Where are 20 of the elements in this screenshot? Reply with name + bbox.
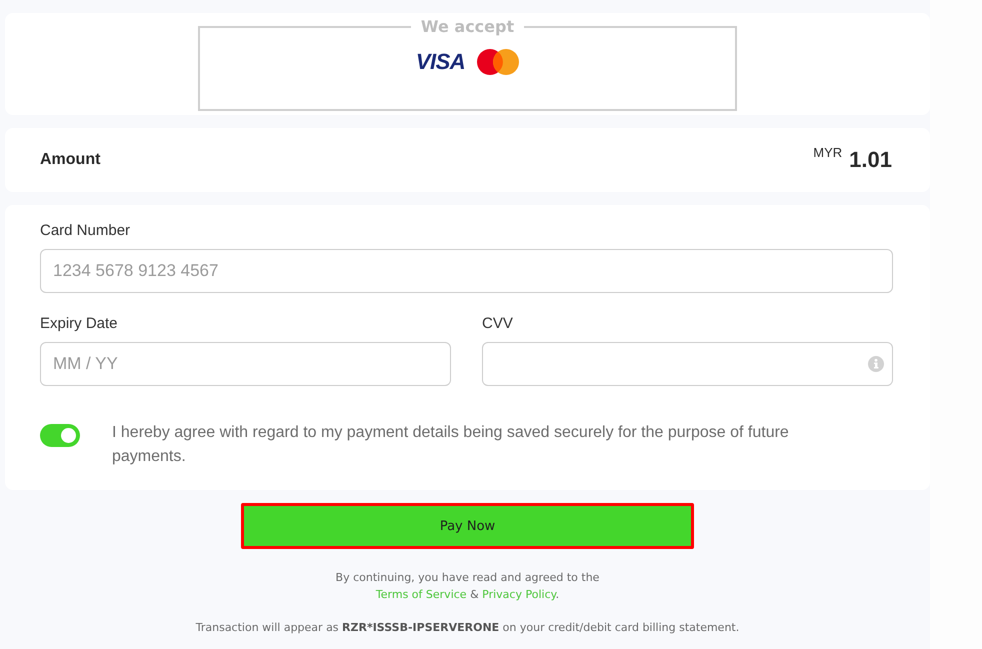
info-icon[interactable] <box>868 356 884 372</box>
cvv-field[interactable] <box>482 342 893 386</box>
card-number-label: Card Number <box>40 222 132 240</box>
save-card-consent-text: I hereby agree with regard to my payment details being saved securely for the purpose of future payments. <box>112 423 790 467</box>
terms-of-service-link[interactable]: Terms of Service <box>376 588 467 601</box>
billing-statement-notice: Transaction will appear as RZR*ISSSB-IPSERVERONE on your credit/debit card billing statement. <box>194 621 740 635</box>
card-number-field[interactable]: 1234 5678 9123 4567 <box>40 249 893 293</box>
amount-value: 1.01 <box>849 148 892 172</box>
expiry-date-field[interactable]: MM / YY <box>40 342 451 386</box>
currency-code: MYR <box>813 145 842 161</box>
overlapping-circles-icon <box>477 49 520 75</box>
card-brand-wordmark: VISA <box>416 50 466 74</box>
expiry-date-label: Expiry Date <box>40 315 119 333</box>
pay-now-button[interactable]: Pay Now <box>241 503 694 549</box>
amount-label: Amount <box>40 151 100 169</box>
privacy-policy-link[interactable]: Privacy Policy <box>482 588 556 601</box>
terms-notice-text: By continuing, you have read and agreed to the Terms of Service & Privacy Policy. <box>334 570 600 603</box>
we-accept-label: We accept <box>420 17 516 37</box>
save-card-toggle[interactable] <box>40 424 80 447</box>
cvv-label: CVV <box>482 315 514 333</box>
